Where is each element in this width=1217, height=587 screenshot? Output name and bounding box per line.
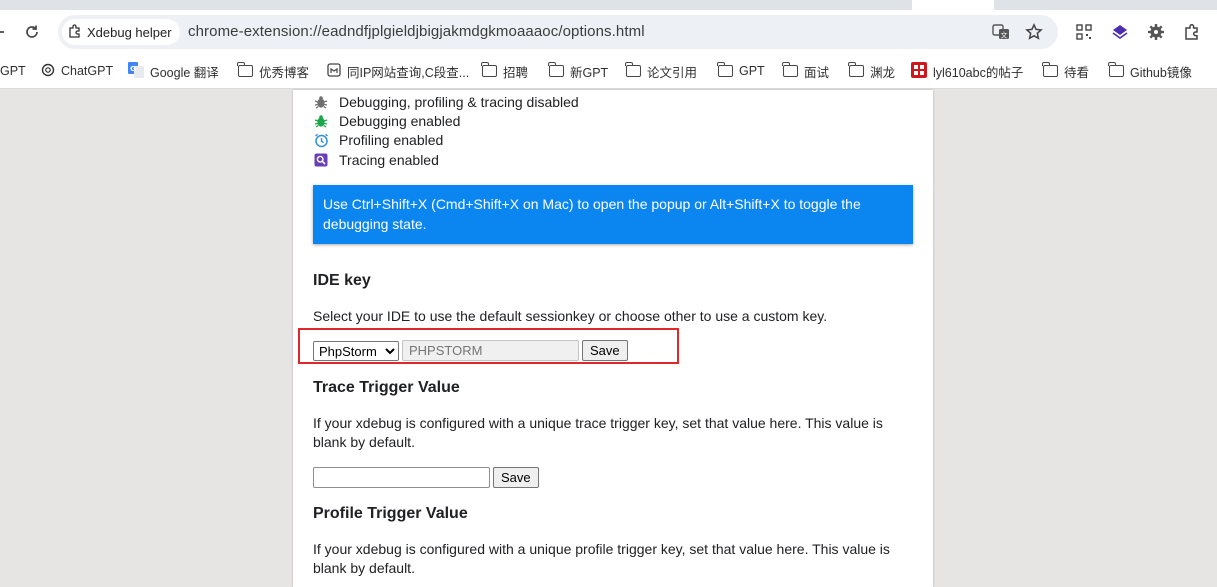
reload-icon[interactable] <box>20 20 44 44</box>
clock-blue-icon <box>313 132 329 148</box>
qr-code-icon[interactable] <box>1074 22 1094 42</box>
folder-icon <box>717 62 733 77</box>
bookmark-label: 面试 <box>804 65 830 80</box>
bookmark-label: Github镜像 <box>1130 65 1192 80</box>
bookmark-label: 待看 <box>1064 65 1090 80</box>
active-tab[interactable] <box>912 0 994 10</box>
profile-trigger-heading: Profile Trigger Value <box>313 505 468 522</box>
bookmark-chatgpt[interactable]: ChatGPT <box>41 60 113 82</box>
legend-label: Debugging, profiling & tracing disabled <box>339 94 579 110</box>
url-text[interactable]: chrome-extension://eadndfjplgieldjbigjak… <box>188 15 645 49</box>
folder-icon <box>548 62 564 77</box>
bookmark-folder-github-mirror[interactable]: Github镜像 <box>1108 60 1192 82</box>
bookmark-label: 招聘 <box>503 65 529 80</box>
translate-icon[interactable]: 文 <box>991 22 1011 42</box>
extensions-puzzle-icon[interactable] <box>1182 22 1202 42</box>
bookmark-folder-to-read[interactable]: 待看 <box>1042 60 1090 82</box>
bookmark-folder-interview[interactable]: 面试 <box>782 60 830 82</box>
bookmark-folder-jobs[interactable]: 招聘 <box>481 60 529 82</box>
legend-label: Profiling enabled <box>339 132 444 148</box>
bookmarks-bar: GPT ChatGPT G Google 翻译 优秀博客 同IP网站查询,C段查… <box>0 54 1217 89</box>
globe-icon <box>327 62 341 80</box>
ide-select[interactable]: PhpStorm <box>313 341 399 361</box>
bookmark-folder-blogs[interactable]: 优秀博客 <box>237 60 310 82</box>
tab-strip <box>0 0 1217 10</box>
legend-debugging: Debugging enabled <box>313 111 460 131</box>
bookmark-folder-yuanlong[interactable]: 渊龙 <box>848 60 896 82</box>
bookmark-folder-new-gpt[interactable]: 新GPT <box>548 60 609 82</box>
bookmark-label: 优秀博客 <box>259 65 310 80</box>
back-arrow-icon[interactable] <box>0 20 10 44</box>
trace-trigger-heading: Trace Trigger Value <box>313 379 460 396</box>
bookmark-gpt[interactable]: GPT <box>0 60 26 82</box>
bookmark-label: 同IP网站查询,C段查... <box>347 65 470 80</box>
magnifier-purple-icon <box>313 152 329 168</box>
bookmark-label: Google 翻译 <box>150 65 219 80</box>
ide-key-description: Select your IDE to use the default sessi… <box>313 308 828 324</box>
legend-label: Debugging enabled <box>339 113 461 129</box>
trace-trigger-description: If your xdebug is configured with a uniq… <box>313 415 883 450</box>
bookmark-label: GPT <box>0 64 26 78</box>
ide-key-save-button[interactable]: Save <box>582 340 628 361</box>
legend-label: Tracing enabled <box>339 152 439 168</box>
svg-text:G: G <box>130 65 136 73</box>
bookmark-label: 新GPT <box>570 65 609 80</box>
bug-green-icon <box>313 113 329 129</box>
options-page: Debugging, profiling & tracing disabled … <box>293 90 933 587</box>
purple-diamond-extension-icon[interactable] <box>1110 22 1130 42</box>
openai-icon <box>41 63 55 80</box>
folder-icon <box>1042 62 1058 77</box>
legend-tracing: Tracing enabled <box>313 150 439 170</box>
folder-icon <box>237 62 253 77</box>
bookmark-google-translate[interactable]: G Google 翻译 <box>128 60 219 82</box>
trace-trigger-input[interactable] <box>313 467 490 488</box>
ide-key-heading: IDE key <box>313 272 371 289</box>
red-site-icon <box>911 61 927 81</box>
folder-icon <box>848 62 864 77</box>
address-bar[interactable]: Xdebug helper chrome-extension://eadndfj… <box>58 15 1058 49</box>
bookmark-label: 渊龙 <box>870 65 896 80</box>
trace-trigger-save-button[interactable]: Save <box>493 467 539 488</box>
bookmark-lyl610abc-posts[interactable]: lyl610abc的帖子 <box>911 60 1023 82</box>
folder-icon <box>625 62 641 77</box>
legend-profiling: Profiling enabled <box>313 130 443 150</box>
ide-key-input[interactable] <box>402 340 579 361</box>
site-chip-label: Xdebug helper <box>87 24 172 40</box>
gear-extension-icon[interactable] <box>1146 22 1166 42</box>
folder-icon <box>481 62 497 77</box>
bug-gray-icon <box>313 94 329 110</box>
folder-icon <box>782 62 798 77</box>
star-icon[interactable] <box>1024 22 1044 42</box>
bookmark-label: 论文引用 <box>647 65 698 80</box>
legend-disabled: Debugging, profiling & tracing disabled <box>313 92 579 112</box>
bookmark-ip-lookup[interactable]: 同IP网站查询,C段查... <box>327 60 469 82</box>
profile-trigger-description: If your xdebug is configured with a uniq… <box>313 541 890 576</box>
svg-text:文: 文 <box>1001 31 1008 40</box>
bookmark-label: lyl610abc的帖子 <box>933 65 1024 80</box>
bookmark-folder-gpt[interactable]: GPT <box>717 60 765 82</box>
bookmark-folder-citations[interactable]: 论文引用 <box>625 60 698 82</box>
bookmark-label: GPT <box>739 64 765 78</box>
bookmark-label: ChatGPT <box>61 64 114 78</box>
folder-icon <box>1108 62 1124 77</box>
site-info-chip[interactable]: Xdebug helper <box>62 19 180 45</box>
extension-puzzle-icon <box>68 23 82 41</box>
google-translate-icon: G <box>128 61 144 81</box>
browser-toolbar: Xdebug helper chrome-extension://eadndfj… <box>0 10 1217 54</box>
shortcut-info-banner: Use Ctrl+Shift+X (Cmd+Shift+X on Mac) to… <box>313 185 913 244</box>
